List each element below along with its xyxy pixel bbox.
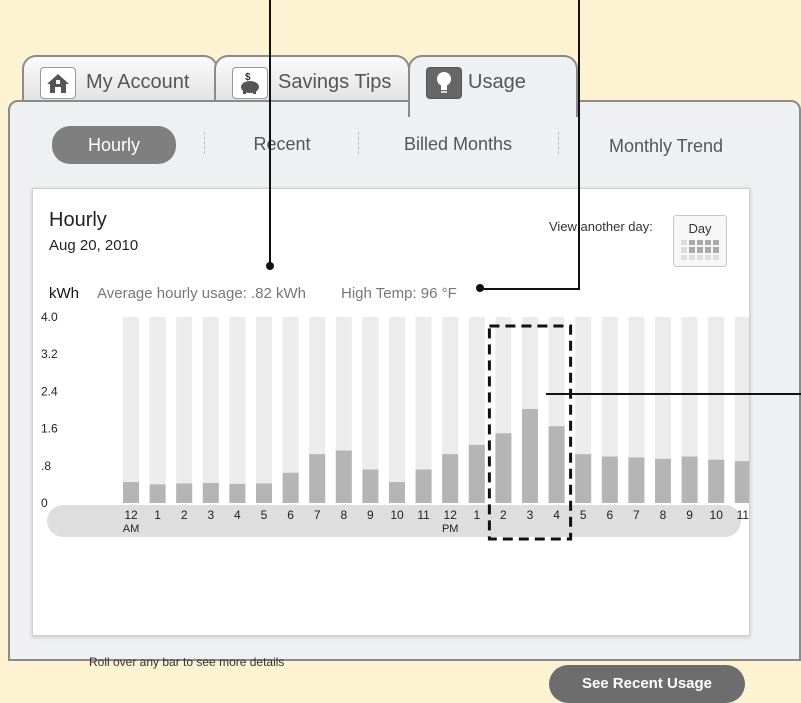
usage-panel: Hourly Recent Billed Months Monthly Tren… [8,100,801,703]
piggy-bank-icon: $ [232,67,268,99]
subnav-hourly[interactable]: Hourly [52,126,176,164]
callout-line-temp-horizontal [482,288,580,290]
x-tick-label: 8 [660,508,667,522]
x-tick-label: 5 [580,508,587,522]
usage-bar[interactable] [149,484,166,503]
bar-track [176,317,193,503]
usage-bar[interactable] [734,461,749,503]
subnav-divider [204,132,205,154]
x-tick-label: 1 [473,508,480,522]
usage-bar[interactable] [229,483,246,503]
x-tick-label: 2 [500,508,507,522]
x-tick-label: 2 [181,508,188,522]
y-tick-label: 4.0 [41,310,58,324]
x-tick-label: 3 [207,508,214,522]
x-tick-label: 7 [314,508,321,522]
x-tick-label: 9 [686,508,693,522]
card-date: Aug 20, 2010 [49,237,139,254]
usage-bar[interactable] [202,483,219,503]
usage-bar[interactable] [256,483,272,503]
hourly-usage-card: Hourly Aug 20, 2010 View another day: Da… [32,188,750,703]
lightbulb-icon [426,67,462,99]
usage-subnav: Hourly Recent Billed Months Monthly Tren… [10,102,799,182]
x-tick-label: 4 [553,508,560,522]
usage-bar[interactable] [708,459,725,503]
y-tick-label: 2.4 [41,384,58,398]
usage-bar[interactable] [601,456,618,504]
x-tick-sublabel: AM [123,523,140,535]
x-tick-label: 11 [417,508,430,522]
y-tick-label: 0 [41,496,48,510]
bar-track [389,317,405,503]
subnav-billed-months[interactable]: Billed Months [388,134,528,155]
usage-bar[interactable] [442,454,459,503]
x-tick-label: 8 [340,508,347,522]
rollover-hint: Roll over any bar to see more details [89,655,285,669]
x-tick-label: 9 [367,508,374,522]
x-tick-label: 6 [287,508,294,522]
usage-bar[interactable] [522,409,538,503]
x-tick-label: 12 [444,508,458,522]
subnav-monthly-trend[interactable]: Monthly Trend [594,136,738,157]
y-tick-label: .8 [41,459,51,473]
x-tick-label: 1 [154,508,161,522]
home-icon [40,67,76,99]
bar-track [256,317,272,503]
bar-track [123,317,139,503]
x-tick-label: 3 [527,508,534,522]
x-tick-label: 10 [390,508,404,522]
usage-bar[interactable] [335,450,352,503]
bar-track [202,317,219,503]
bar-track [229,317,246,503]
high-temp-text: High Temp: 96 °F [341,285,457,302]
usage-bar[interactable] [362,469,379,503]
usage-bar[interactable] [123,482,139,503]
tab-label: Usage [468,71,526,93]
callout-line-temp [578,0,580,290]
see-recent-usage-button[interactable]: See Recent Usage [549,665,745,703]
tab-label: My Account [86,71,190,93]
subnav-divider [358,132,359,154]
view-another-day-label: View another day: [549,219,653,234]
x-tick-label: 6 [606,508,613,522]
subnav-divider [558,132,559,154]
usage-bar[interactable] [468,444,485,503]
unit-label: kWh [49,285,79,302]
average-usage-text: Average hourly usage: .82 kWh [97,285,307,302]
callout-line-highlight [546,393,801,395]
usage-bar[interactable] [575,454,592,503]
x-tick-label: 7 [633,508,640,522]
y-tick-label: 1.6 [41,422,58,436]
tab-label: Savings Tips [278,71,392,93]
callout-dot-average [266,262,274,270]
x-tick-sublabel: PM [442,523,459,535]
hourly-usage-chart: 4.03.22.41.6.8012AM1 2 3 4 5 6 7 8 9 10 11 12PM1 2 3 4… [41,310,749,541]
callout-line-average [269,0,271,266]
x-tick-label: 11 [737,508,749,522]
usage-bar[interactable] [628,457,645,503]
subnav-recent[interactable]: Recent [242,134,322,155]
card-title: Hourly [49,209,107,231]
usage-bar[interactable] [415,469,432,503]
callout-dot-temp [476,284,484,292]
usage-bar[interactable] [548,426,565,503]
usage-bar[interactable] [282,472,299,503]
bar-track [149,317,166,503]
usage-bar[interactable] [495,433,512,503]
usage-bar[interactable] [389,482,405,503]
tab-usage[interactable]: Usage [408,55,578,117]
day-button-label: Day [688,221,712,236]
usage-bar[interactable] [176,483,193,503]
x-tick-label: 12 [124,508,138,522]
calendar-icon [681,240,719,260]
x-tick-label: 4 [234,508,241,522]
y-tick-label: 3.2 [41,347,58,361]
x-tick-label: 5 [261,508,268,522]
x-tick-label: 10 [710,508,724,522]
usage-bar[interactable] [655,458,671,503]
day-picker-button[interactable]: Day [673,215,727,267]
usage-bar[interactable] [681,456,698,504]
usage-bar[interactable] [309,454,326,503]
